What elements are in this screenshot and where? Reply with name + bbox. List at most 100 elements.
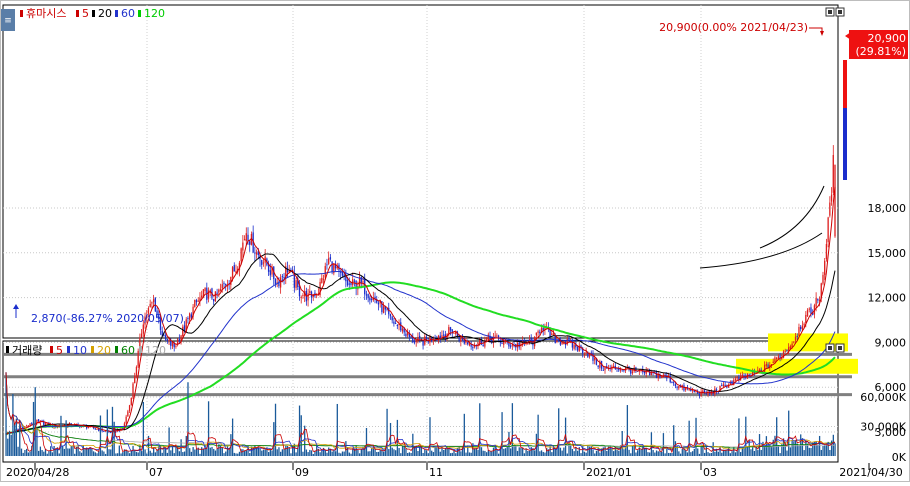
candle: [808, 308, 810, 310]
window-icon-glyph: ≡: [4, 16, 12, 26]
volume-bar: [163, 445, 165, 456]
volume-bar: [273, 422, 275, 456]
candle: [467, 342, 469, 345]
volume-bar: [388, 449, 390, 456]
volume-bar: [135, 452, 138, 456]
volume-bar: [328, 447, 330, 456]
volume-bar: [460, 451, 462, 456]
volume-bar: [473, 448, 476, 456]
volume-bar: [523, 453, 526, 456]
candle: [142, 324, 144, 334]
volume-bar: [178, 451, 181, 456]
candle: [103, 431, 105, 433]
candle: [758, 369, 761, 371]
volume-bar: [746, 446, 749, 456]
volume-bar: [128, 453, 131, 456]
legend-marker: [6, 346, 9, 353]
volume-bar: [818, 435, 821, 456]
volume-bar: [817, 444, 819, 456]
x-tick-label: 09: [295, 466, 309, 479]
candle: [197, 300, 199, 302]
candle: [128, 405, 131, 411]
volume-bar: [793, 441, 795, 456]
volume-bar: [631, 445, 634, 456]
price-legend-item: 휴마시스: [26, 7, 66, 20]
volume-bar: [326, 452, 328, 456]
candle: [134, 376, 136, 384]
candle: [389, 314, 392, 317]
volume-bar: [173, 453, 175, 456]
candle: [597, 365, 599, 367]
price-tick-label: 12,000: [868, 292, 907, 305]
volume-bar: [103, 451, 105, 456]
candle: [824, 260, 826, 275]
candle: [168, 339, 170, 342]
legend-marker: [92, 10, 95, 17]
candle: [571, 340, 574, 348]
volume-bar: [233, 452, 235, 456]
volume-bar: [161, 452, 163, 456]
candle: [800, 326, 802, 329]
volume-bar: [489, 451, 491, 456]
candle: [183, 325, 186, 331]
volume-bar: [544, 452, 546, 456]
volume-bar: [116, 453, 119, 456]
volume-bar: [405, 448, 407, 456]
candle: [496, 335, 498, 337]
price-change-bar: [843, 60, 847, 108]
price-legend-item: 5: [82, 7, 89, 20]
candle: [31, 423, 33, 425]
volume-bar: [561, 450, 563, 456]
volume-bar: [757, 450, 759, 456]
candle: [242, 242, 244, 251]
volume-bar: [41, 449, 43, 456]
volume-bar: [470, 452, 472, 456]
volume-bar: [46, 453, 48, 456]
candle: [178, 339, 181, 342]
volume-bar: [456, 447, 459, 456]
volume-bar: [583, 451, 586, 456]
volume-bar: [681, 448, 683, 456]
candle: [537, 331, 539, 333]
candle: [674, 384, 677, 386]
volume-bar: [94, 452, 96, 456]
volume-bar: [431, 450, 433, 456]
candle: [151, 302, 153, 304]
candle: [96, 428, 98, 430]
volume-bar: [104, 453, 107, 456]
candle: [558, 340, 560, 342]
volume-bar: [231, 418, 234, 456]
candle: [678, 386, 680, 389]
volume-bar: [654, 452, 656, 456]
volume-bar: [717, 451, 719, 456]
x-tick-label: 11: [429, 466, 443, 479]
candle: [413, 341, 416, 343]
candle: [190, 314, 193, 318]
candle: [187, 317, 189, 319]
volume-bar: [738, 418, 740, 456]
volume-bar: [115, 453, 117, 456]
volume-bar: [669, 452, 671, 456]
volume-bar: [199, 453, 201, 456]
candle: [201, 295, 203, 298]
candle: [307, 293, 309, 301]
candle: [763, 365, 766, 372]
volume-bar: [422, 452, 424, 456]
legend-marker: [76, 10, 79, 17]
candle: [436, 340, 438, 342]
volume-bar: [22, 452, 24, 456]
volume-legend-item: 5: [56, 344, 63, 357]
volume-bar: [750, 449, 752, 456]
candle: [573, 344, 575, 349]
volume-bar: [170, 450, 172, 456]
volume-bar: [487, 450, 489, 456]
volume-bar: [264, 449, 266, 456]
candle: [221, 284, 223, 289]
panel-button-glyph: [838, 346, 842, 350]
volume-bar: [355, 445, 357, 456]
volume-bar: [494, 447, 496, 456]
candle: [741, 374, 743, 377]
volume-bar: [647, 452, 649, 456]
candle: [576, 346, 579, 351]
volume-bar: [441, 448, 443, 456]
